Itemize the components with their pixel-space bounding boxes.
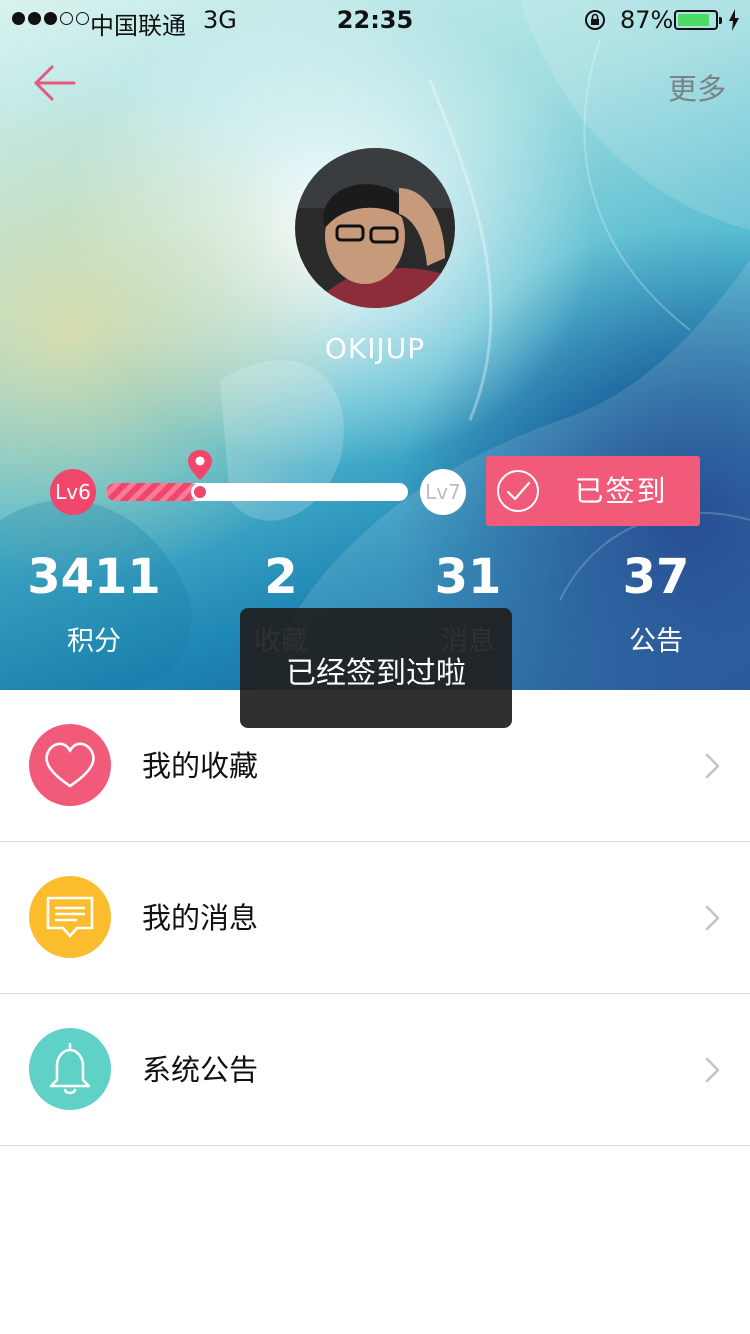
- stat-value: 31: [434, 549, 502, 605]
- level-progress-bar: [106, 483, 408, 501]
- level-progress-fill: [106, 483, 200, 501]
- status-bar: 中国联通 3G 22:35 87%: [0, 0, 750, 40]
- battery-percent: 87%: [620, 6, 674, 34]
- avatar[interactable]: [295, 148, 455, 308]
- arrow-left-icon: [34, 65, 76, 101]
- menu-item-messages[interactable]: 我的消息: [0, 842, 750, 994]
- favorites-icon-circle: [29, 724, 111, 806]
- back-button[interactable]: [30, 60, 80, 106]
- rotation-lock-icon: [585, 10, 605, 30]
- toast-message: 已经签到过啦: [286, 656, 466, 691]
- menu-item-label: 系统公告: [142, 1053, 259, 1087]
- username: OKIJUP: [324, 332, 426, 365]
- location-pin-icon: [188, 450, 212, 480]
- stat-announcements[interactable]: 37 公告: [562, 548, 750, 658]
- message-icon: [46, 896, 94, 938]
- checkin-button[interactable]: 已签到: [486, 456, 700, 526]
- profile-header: 中国联通 3G 22:35 87% 更多 OKIJUP Lv6 Lv7 已签到 …: [0, 0, 750, 690]
- chevron-right-icon: [705, 905, 720, 931]
- announcements-icon-circle: [29, 1028, 111, 1110]
- heart-icon: [45, 742, 95, 788]
- next-level-badge: Lv7: [420, 469, 466, 515]
- stat-value: 3411: [27, 549, 161, 605]
- menu-item-announcements[interactable]: 系统公告: [0, 994, 750, 1146]
- menu-list: 我的收藏 我的消息 系统公告: [0, 690, 750, 1146]
- level-progress-knob: [191, 483, 209, 501]
- avatar-photo: [295, 148, 455, 308]
- checkin-label: 已签到: [574, 474, 668, 508]
- stat-label: 积分: [67, 626, 121, 657]
- charging-bolt-icon: [729, 9, 739, 31]
- chevron-right-icon: [705, 1057, 720, 1083]
- battery-icon: [674, 10, 722, 30]
- stat-value: 37: [622, 549, 690, 605]
- menu-item-label: 我的消息: [142, 901, 259, 935]
- chevron-right-icon: [705, 753, 720, 779]
- messages-icon-circle: [29, 876, 111, 958]
- stat-label: 公告: [629, 626, 683, 657]
- stat-points[interactable]: 3411 积分: [0, 548, 188, 658]
- more-button[interactable]: 更多: [668, 66, 726, 108]
- bell-icon: [49, 1042, 91, 1095]
- toast-notification: 已经签到过啦: [240, 608, 512, 728]
- current-level-badge: Lv6: [50, 469, 96, 515]
- check-circle-icon: [497, 470, 539, 512]
- stat-value: 2: [264, 549, 298, 605]
